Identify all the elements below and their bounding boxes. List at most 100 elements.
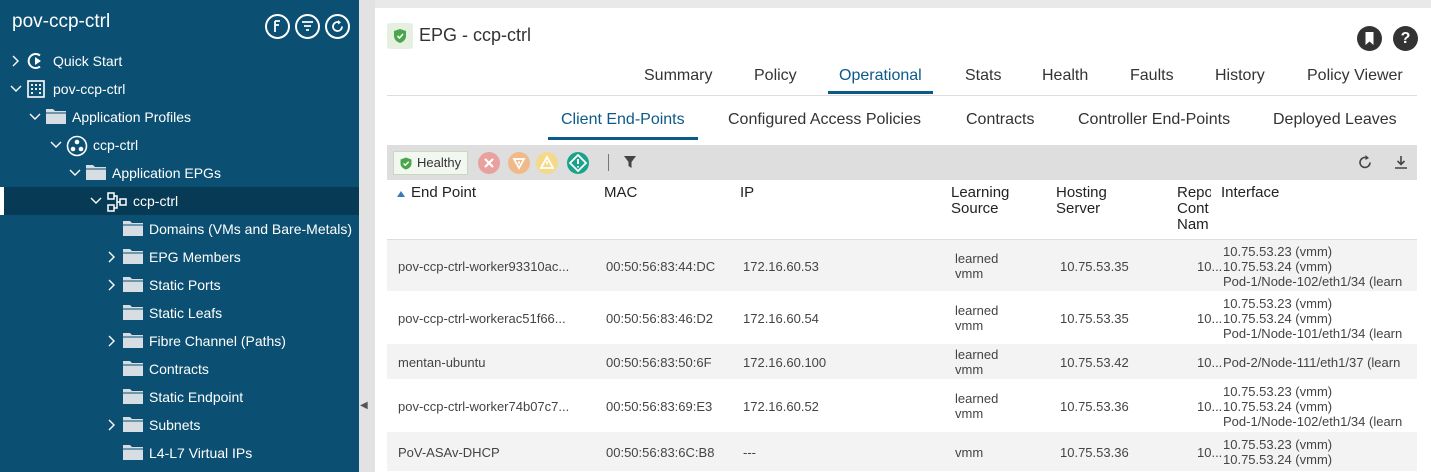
column-header[interactable]: Repo Cont Nam xyxy=(1177,185,1211,233)
sidebar-item-label: pov-ccp-ctrl xyxy=(53,81,126,97)
sidebar-item[interactable]: EPG Members xyxy=(0,243,359,271)
chevron-down-icon[interactable] xyxy=(90,194,102,208)
column-header-label: Server xyxy=(1056,200,1101,217)
table-cell-line: learned xyxy=(955,347,999,362)
client-end-points-table: End Point MAC IP Learning Source Hosting Serve… xyxy=(387,180,1417,472)
sidebar-item[interactable]: L4-L7 Virtual IPs xyxy=(0,439,359,467)
table-row[interactable]: pov-ccp-ctrl-worker93310ac... 00:50:56:83… xyxy=(387,240,1417,292)
table-cell: mentan-ubuntu xyxy=(398,354,486,370)
table-row[interactable]: pov-ccp-ctrl-workerac51f66... 00:50:56:83… xyxy=(387,292,1417,344)
table-cell-line: vmm xyxy=(955,266,984,281)
chevron-right-icon[interactable] xyxy=(106,278,118,292)
sidebar-item[interactable]: Application EPGs xyxy=(0,159,359,187)
table-cell: 10... xyxy=(1197,444,1223,460)
sidebar-item[interactable]: Subnets xyxy=(0,411,359,439)
table-cell: 10.75.53.23 (vmm) 10.75.53.24 (vmm) Pod-1/… xyxy=(1223,244,1417,289)
sidebar-item[interactable]: Application Profiles xyxy=(0,103,359,131)
filter-icon[interactable] xyxy=(623,154,639,172)
column-header[interactable]: Interface xyxy=(1221,185,1279,201)
sidebar-item[interactable]: Static Endpoint xyxy=(0,383,359,411)
chevron-right-icon[interactable] xyxy=(106,418,118,432)
tab-operational[interactable]: Operational xyxy=(828,67,933,94)
sidebar-item-label: Static Ports xyxy=(149,277,221,293)
help-button[interactable]: ? xyxy=(1393,26,1418,51)
tab-stats[interactable]: Stats xyxy=(965,67,1001,91)
epg-shield-icon xyxy=(387,23,413,49)
tab-health[interactable]: Health xyxy=(1042,67,1088,91)
table-cell-line: Pod-1/Node-102/eth1/34 (learn xyxy=(1223,273,1403,289)
table-cell: 10... xyxy=(1197,398,1223,414)
minor-fault-icon[interactable] xyxy=(536,152,558,174)
tab-policy-viewer[interactable]: Policy Viewer xyxy=(1307,67,1403,91)
column-header[interactable]: End Point xyxy=(411,185,476,201)
folder-icon xyxy=(122,303,144,323)
pane-splitter[interactable]: ◀ xyxy=(359,0,375,472)
column-header-label: Source xyxy=(951,200,999,217)
sidebar-item-label: Quick Start xyxy=(53,53,123,69)
chevron-down-icon[interactable] xyxy=(10,82,22,96)
sort-ascending-icon[interactable] xyxy=(397,191,405,197)
tab-configured-access-policies[interactable]: Configured Access Policies xyxy=(728,111,921,137)
table-cell: 10.75.53.23 (vmm) 10.75.53.24 (vmm) Pod-1/… xyxy=(1223,384,1417,429)
sidebar-item-label: Subnets xyxy=(149,417,201,433)
sidebar-item-label: Contracts xyxy=(149,361,209,377)
sidebar-item-label: ccp-ctrl xyxy=(93,137,139,153)
column-header[interactable]: MAC xyxy=(604,185,637,201)
table-row[interactable]: mentan-ubuntu 00:50:56:83:50:6F 172.16.60.… xyxy=(387,344,1417,380)
download-icon[interactable] xyxy=(1393,154,1409,172)
column-header-label: Repo xyxy=(1177,185,1211,201)
column-header-label: Interface xyxy=(1221,184,1280,201)
table-cell: learned vmm xyxy=(955,347,998,377)
tab-client-end-points[interactable]: Client End-Points xyxy=(548,111,698,140)
table-cell: 00:50:56:83:69:E3 xyxy=(606,398,713,414)
sidebar-item[interactable]: ccp-ctrl xyxy=(0,187,359,215)
tab-contracts[interactable]: Contracts xyxy=(966,111,1034,137)
table-cell: 10.75.53.35 xyxy=(1060,310,1129,326)
column-header[interactable]: IP xyxy=(740,185,754,201)
chevron-down-icon[interactable] xyxy=(50,138,62,152)
column-header-label: Hosting xyxy=(1056,184,1107,201)
table-cell: 172.16.60.52 xyxy=(743,398,819,414)
sidebar-item[interactable]: Contracts xyxy=(0,355,359,383)
table-cell: --- xyxy=(743,444,756,460)
table-cell-line: 10.75.53.24 (vmm) xyxy=(1223,310,1333,326)
tab-policy[interactable]: Policy xyxy=(754,67,797,91)
sidebar-item-label: L4-L7 Virtual IPs xyxy=(149,445,253,461)
chevron-right-icon[interactable] xyxy=(10,54,22,68)
critical-fault-icon[interactable] xyxy=(478,152,500,174)
chevron-down-icon[interactable] xyxy=(69,166,81,180)
table-cell: 10.75.53.23 (vmm) 10.75.53.24 (vmm) xyxy=(1223,437,1417,467)
tab-history[interactable]: History xyxy=(1215,67,1265,91)
tab-faults[interactable]: Faults xyxy=(1130,67,1174,91)
tree-refresh-icon[interactable] xyxy=(325,14,350,39)
sidebar-item[interactable]: ccp-ctrl xyxy=(0,131,359,159)
sidebar-item[interactable]: Domains (VMs and Bare-Metals) xyxy=(0,215,359,243)
table-cell: PoV-ASAv-DHCP xyxy=(398,444,500,460)
tab-summary[interactable]: Summary xyxy=(644,67,712,91)
sidebar-item[interactable]: Fibre Channel (Paths) xyxy=(0,327,359,355)
chevron-down-icon[interactable] xyxy=(29,110,41,124)
health-status-badge[interactable]: Healthy xyxy=(393,151,469,175)
bookmark-icon[interactable] xyxy=(1357,26,1382,51)
chevron-right-icon[interactable] xyxy=(106,250,118,264)
collapse-arrow-icon[interactable]: ◀ xyxy=(360,400,368,411)
column-header[interactable]: Learning Source xyxy=(951,185,1009,217)
major-fault-icon[interactable] xyxy=(508,152,530,174)
table-row[interactable]: pov-ccp-ctrl-worker74b07c7... 00:50:56:83… xyxy=(387,380,1417,432)
column-header[interactable]: Hosting Server xyxy=(1056,185,1107,217)
sidebar-item[interactable]: pov-ccp-ctrl xyxy=(0,75,359,103)
tree-filter-icon[interactable] xyxy=(295,14,320,39)
sidebar-item[interactable]: Static Ports xyxy=(0,271,359,299)
tab-deployed-leaves[interactable]: Deployed Leaves xyxy=(1273,111,1397,137)
sidebar-item[interactable]: Static Leafs xyxy=(0,299,359,327)
tab-controller-end-points[interactable]: Controller End-Points xyxy=(1078,111,1230,137)
sidebar-item[interactable]: Quick Start xyxy=(0,47,359,75)
refresh-icon[interactable] xyxy=(1357,154,1373,172)
tree-expand-icon[interactable] xyxy=(265,14,290,39)
sidebar-item-label: ccp-ctrl xyxy=(133,193,179,209)
table-cell: 172.16.60.100 xyxy=(743,354,827,370)
warning-fault-icon[interactable] xyxy=(567,152,589,174)
table-row[interactable]: PoV-ASAv-DHCP 00:50:56:83:6C:B8 --- vmm 10.7… xyxy=(387,432,1417,472)
folder-icon xyxy=(122,219,144,239)
chevron-right-icon[interactable] xyxy=(106,334,118,348)
